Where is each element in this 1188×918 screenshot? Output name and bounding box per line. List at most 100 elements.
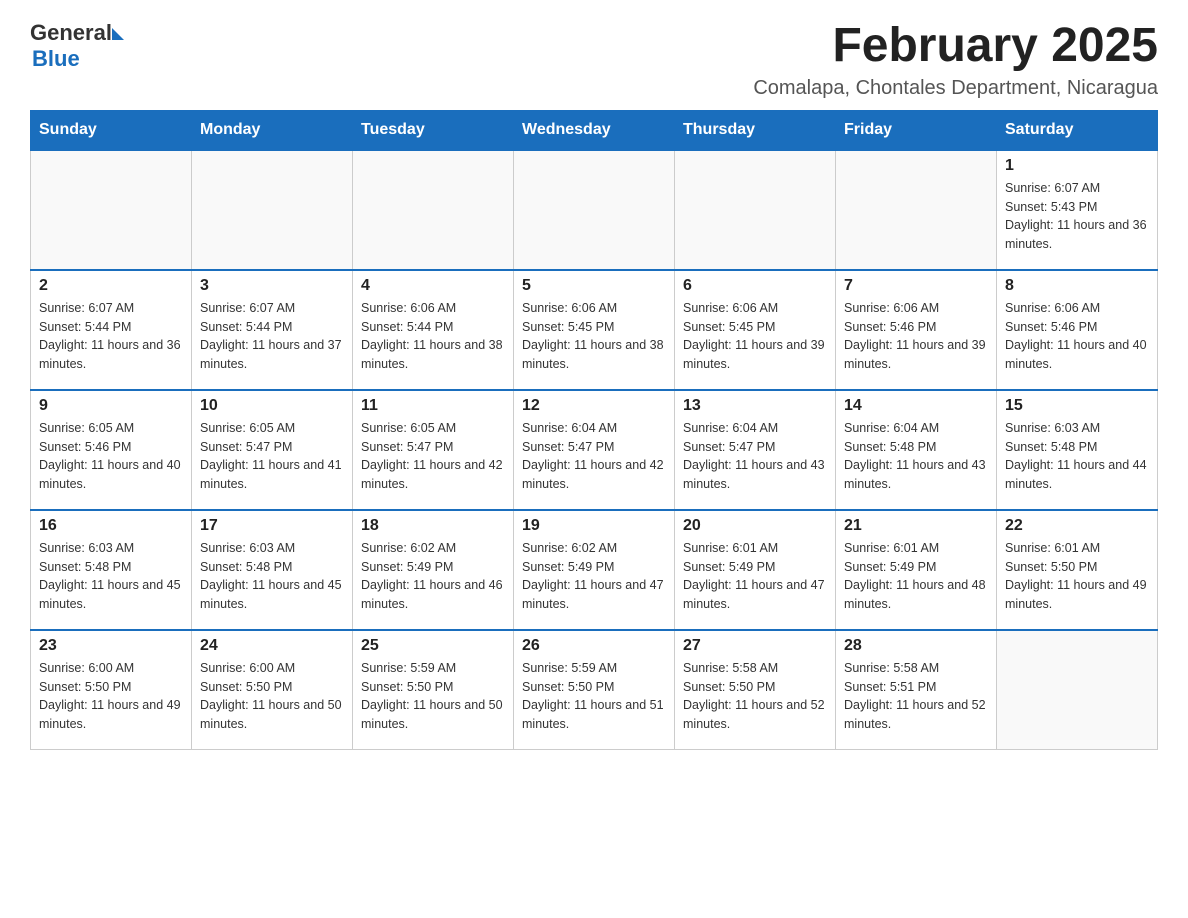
day-info: Sunrise: 5:59 AMSunset: 5:50 PMDaylight:…: [361, 659, 505, 734]
day-info: Sunrise: 6:02 AMSunset: 5:49 PMDaylight:…: [522, 539, 666, 614]
calendar-cell: 10 Sunrise: 6:05 AMSunset: 5:47 PMDayligh…: [192, 390, 353, 510]
week-row-1: 2 Sunrise: 6:07 AMSunset: 5:44 PMDaylight…: [31, 270, 1158, 390]
calendar-cell: [836, 150, 997, 270]
title-section: February 2025 Comalapa, Chontales Depart…: [753, 20, 1158, 100]
day-number: 15: [1005, 397, 1149, 415]
logo: General Blue: [30, 20, 124, 72]
day-info: Sunrise: 6:05 AMSunset: 5:46 PMDaylight:…: [39, 419, 183, 494]
calendar-cell: 27Sunrise: 5:58 AMSunset: 5:50 PMDayligh…: [675, 630, 836, 750]
calendar-cell: 7 Sunrise: 6:06 AMSunset: 5:46 PMDaylight…: [836, 270, 997, 390]
calendar-cell: 11 Sunrise: 6:05 AMSunset: 5:47 PMDayligh…: [353, 390, 514, 510]
day-info: Sunrise: 6:07 AMSunset: 5:44 PMDaylight:…: [200, 299, 344, 374]
calendar-cell: 22 Sunrise: 6:01 AMSunset: 5:50 PMDayligh…: [997, 510, 1158, 630]
day-number: 3: [200, 277, 344, 295]
day-info: Sunrise: 6:03 AMSunset: 5:48 PMDaylight:…: [39, 539, 183, 614]
day-number: 16: [39, 517, 183, 535]
day-info: Sunrise: 6:06 AMSunset: 5:46 PMDaylight:…: [844, 299, 988, 374]
calendar-cell: 28Sunrise: 5:58 AMSunset: 5:51 PMDayligh…: [836, 630, 997, 750]
week-row-4: 23 Sunrise: 6:00 AMSunset: 5:50 PMDayligh…: [31, 630, 1158, 750]
day-info: Sunrise: 6:04 AMSunset: 5:47 PMDaylight:…: [683, 419, 827, 494]
logo-arrow-icon: [112, 28, 124, 40]
day-info: Sunrise: 6:07 AMSunset: 5:44 PMDaylight:…: [39, 299, 183, 374]
col-friday: Friday: [836, 110, 997, 150]
logo-blue: Blue: [32, 46, 80, 72]
day-number: 22: [1005, 517, 1149, 535]
calendar-cell: 14 Sunrise: 6:04 AMSunset: 5:48 PMDayligh…: [836, 390, 997, 510]
day-info: Sunrise: 6:06 AMSunset: 5:46 PMDaylight:…: [1005, 299, 1149, 374]
day-number: 19: [522, 517, 666, 535]
day-info: Sunrise: 6:01 AMSunset: 5:49 PMDaylight:…: [844, 539, 988, 614]
col-thursday: Thursday: [675, 110, 836, 150]
day-number: 10: [200, 397, 344, 415]
day-info: Sunrise: 6:03 AMSunset: 5:48 PMDaylight:…: [1005, 419, 1149, 494]
day-info: Sunrise: 6:06 AMSunset: 5:45 PMDaylight:…: [522, 299, 666, 374]
day-number: 8: [1005, 277, 1149, 295]
calendar-cell: 21 Sunrise: 6:01 AMSunset: 5:49 PMDayligh…: [836, 510, 997, 630]
day-info: Sunrise: 6:01 AMSunset: 5:49 PMDaylight:…: [683, 539, 827, 614]
day-info: Sunrise: 5:59 AMSunset: 5:50 PMDaylight:…: [522, 659, 666, 734]
day-number: 1: [1005, 157, 1149, 175]
day-number: 20: [683, 517, 827, 535]
day-number: 18: [361, 517, 505, 535]
week-row-0: 1 Sunrise: 6:07 AMSunset: 5:43 PMDaylight…: [31, 150, 1158, 270]
day-number: 11: [361, 397, 505, 415]
calendar-cell: 25Sunrise: 5:59 AMSunset: 5:50 PMDayligh…: [353, 630, 514, 750]
calendar-cell: 26 Sunrise: 5:59 AMSunset: 5:50 PMDayligh…: [514, 630, 675, 750]
location-title: Comalapa, Chontales Department, Nicaragu…: [753, 77, 1158, 100]
day-info: Sunrise: 6:01 AMSunset: 5:50 PMDaylight:…: [1005, 539, 1149, 614]
calendar-cell: [353, 150, 514, 270]
day-info: Sunrise: 6:00 AMSunset: 5:50 PMDaylight:…: [39, 659, 183, 734]
week-row-3: 16 Sunrise: 6:03 AMSunset: 5:48 PMDayligh…: [31, 510, 1158, 630]
calendar-cell: 15 Sunrise: 6:03 AMSunset: 5:48 PMDayligh…: [997, 390, 1158, 510]
page-header: General Blue February 2025 Comalapa, Cho…: [30, 20, 1158, 100]
calendar-cell: [31, 150, 192, 270]
calendar-cell: 18Sunrise: 6:02 AMSunset: 5:49 PMDayligh…: [353, 510, 514, 630]
day-number: 14: [844, 397, 988, 415]
calendar-cell: 16 Sunrise: 6:03 AMSunset: 5:48 PMDayligh…: [31, 510, 192, 630]
calendar-cell: 20 Sunrise: 6:01 AMSunset: 5:49 PMDayligh…: [675, 510, 836, 630]
col-wednesday: Wednesday: [514, 110, 675, 150]
day-number: 9: [39, 397, 183, 415]
calendar-cell: 8 Sunrise: 6:06 AMSunset: 5:46 PMDaylight…: [997, 270, 1158, 390]
day-number: 27: [683, 637, 827, 655]
calendar-cell: 12Sunrise: 6:04 AMSunset: 5:47 PMDayligh…: [514, 390, 675, 510]
calendar-table: Sunday Monday Tuesday Wednesday Thursday…: [30, 110, 1158, 751]
day-info: Sunrise: 6:04 AMSunset: 5:47 PMDaylight:…: [522, 419, 666, 494]
col-monday: Monday: [192, 110, 353, 150]
day-number: 2: [39, 277, 183, 295]
calendar-cell: [997, 630, 1158, 750]
calendar-cell: 3 Sunrise: 6:07 AMSunset: 5:44 PMDaylight…: [192, 270, 353, 390]
calendar-cell: 9 Sunrise: 6:05 AMSunset: 5:46 PMDaylight…: [31, 390, 192, 510]
col-tuesday: Tuesday: [353, 110, 514, 150]
day-info: Sunrise: 6:05 AMSunset: 5:47 PMDaylight:…: [200, 419, 344, 494]
col-sunday: Sunday: [31, 110, 192, 150]
calendar-cell: 23 Sunrise: 6:00 AMSunset: 5:50 PMDayligh…: [31, 630, 192, 750]
day-info: Sunrise: 6:04 AMSunset: 5:48 PMDaylight:…: [844, 419, 988, 494]
day-info: Sunrise: 6:00 AMSunset: 5:50 PMDaylight:…: [200, 659, 344, 734]
day-number: 23: [39, 637, 183, 655]
day-info: Sunrise: 6:06 AMSunset: 5:45 PMDaylight:…: [683, 299, 827, 374]
day-number: 26: [522, 637, 666, 655]
calendar-cell: [514, 150, 675, 270]
day-info: Sunrise: 6:05 AMSunset: 5:47 PMDaylight:…: [361, 419, 505, 494]
day-number: 24: [200, 637, 344, 655]
day-number: 21: [844, 517, 988, 535]
day-number: 4: [361, 277, 505, 295]
day-number: 7: [844, 277, 988, 295]
day-info: Sunrise: 6:07 AMSunset: 5:43 PMDaylight:…: [1005, 179, 1149, 254]
calendar-cell: 17 Sunrise: 6:03 AMSunset: 5:48 PMDayligh…: [192, 510, 353, 630]
col-saturday: Saturday: [997, 110, 1158, 150]
day-info: Sunrise: 6:06 AMSunset: 5:44 PMDaylight:…: [361, 299, 505, 374]
day-number: 5: [522, 277, 666, 295]
month-title: February 2025: [753, 20, 1158, 73]
calendar-cell: 6 Sunrise: 6:06 AMSunset: 5:45 PMDaylight…: [675, 270, 836, 390]
calendar-cell: 5 Sunrise: 6:06 AMSunset: 5:45 PMDaylight…: [514, 270, 675, 390]
logo-general: General: [30, 20, 112, 46]
calendar-cell: 2 Sunrise: 6:07 AMSunset: 5:44 PMDaylight…: [31, 270, 192, 390]
week-row-2: 9 Sunrise: 6:05 AMSunset: 5:46 PMDaylight…: [31, 390, 1158, 510]
day-info: Sunrise: 6:03 AMSunset: 5:48 PMDaylight:…: [200, 539, 344, 614]
calendar-cell: 19 Sunrise: 6:02 AMSunset: 5:49 PMDayligh…: [514, 510, 675, 630]
day-number: 17: [200, 517, 344, 535]
day-number: 6: [683, 277, 827, 295]
day-info: Sunrise: 5:58 AMSunset: 5:51 PMDaylight:…: [844, 659, 988, 734]
